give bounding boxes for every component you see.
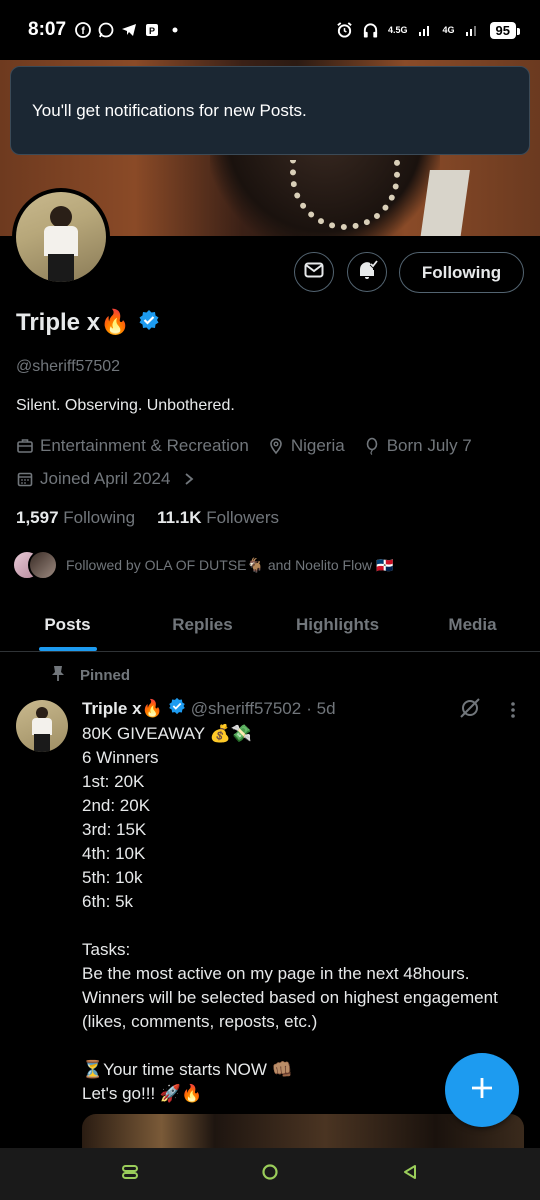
avatar-head [50,206,72,228]
envelope-icon [303,259,325,286]
banner-shirt [420,170,470,236]
profile-bio: Silent. Observing. Unbothered. [16,397,235,414]
post-author-name[interactable]: Triple x🔥 [82,699,163,719]
follow-counts: 1,597 Following 11.1K Followers [16,508,279,528]
avatar-image [16,192,106,282]
mini-avatar [28,550,58,580]
profile-tabs: Posts Replies Highlights Media [0,598,540,652]
profile-avatar[interactable] [12,188,110,286]
dot-icon [166,22,183,39]
followed-by-text: Followed by OLA OF DUTSE🐐 and Noelito Fl… [66,556,394,573]
notification-icons: f P [74,22,183,39]
post-text: 80K GIVEAWAY 💰💸 6 Winners 1st: 20K 2nd: … [82,724,498,1103]
system-nav-bar [0,1148,540,1200]
svg-text:P: P [149,26,155,36]
tab-replies[interactable]: Replies [135,598,270,651]
battery-indicator: 95 [489,21,521,39]
birthday-item: Born July 7 [363,436,472,456]
message-button[interactable] [294,252,334,292]
grok-icon[interactable] [458,696,482,725]
post-header: Triple x🔥 @sheriff57502 · 5d [82,697,336,720]
briefcase-icon [16,437,34,455]
profile-meta-row-1: Entertainment & Recreation Nigeria Born … [16,436,484,456]
whatsapp-icon [97,22,114,39]
tab-posts[interactable]: Posts [0,598,135,651]
network-indicator-2: 4G [442,24,455,35]
followers-count: 11.1K [157,508,202,527]
profile-meta-row-2[interactable]: Joined April 2024 [16,469,212,489]
balloon-icon [363,437,381,455]
tab-media[interactable]: Media [405,598,540,651]
pinned-indicator: Pinned [50,664,130,686]
app-notification-icon: P [143,22,160,39]
verified-badge-icon [168,697,186,720]
joined-item: Joined April 2024 [16,469,200,489]
recents-icon[interactable] [121,1163,139,1186]
avatar-body [32,718,52,735]
following-label: Following [63,508,136,527]
following-button[interactable]: Following [399,252,524,293]
telegram-icon [120,22,137,39]
profile-category: Entertainment & Recreation [40,436,249,455]
location-item: Nigeria [267,436,345,456]
post-time: · 5d [306,698,336,718]
followers-count-link[interactable]: 11.1K Followers [157,508,279,528]
avatar-body [44,226,78,256]
verified-badge-icon[interactable] [138,309,160,336]
category-item: Entertainment & Recreation [16,436,249,456]
bell-check-icon [356,259,379,286]
profile-handle: @sheriff57502 [16,358,121,375]
chevron-right-icon[interactable] [182,470,200,488]
signal-icon [417,22,434,39]
signal-icon [464,22,481,39]
following-count: 1,597 [16,508,59,527]
back-icon[interactable] [401,1163,419,1186]
pin-icon [50,664,66,686]
calendar-icon [16,470,34,488]
home-icon[interactable] [261,1163,279,1186]
profile-location: Nigeria [290,436,345,455]
profile-born: Born July 7 [386,436,472,455]
profile-joined: Joined April 2024 [40,469,171,488]
plus-icon [469,1075,495,1106]
system-status-icons: 4.5G 4G 95 [336,21,521,39]
compose-button[interactable] [445,1053,519,1127]
headphones-icon [362,22,379,39]
status-bar: 8:07 f P 4.5G 4G 95 [0,0,540,60]
avatar-legs [48,254,74,282]
notification-toast: You'll get notifications for new Posts. [10,66,530,155]
facebook-icon: f [74,22,91,39]
notifications-button[interactable] [347,252,387,292]
post-author-handle[interactable]: @sheriff57502 [191,699,302,719]
avatar-legs [34,734,50,752]
followed-by-avatars [12,550,58,580]
followers-label: Followers [206,508,280,527]
network-indicator-1: 4.5G [388,24,408,35]
post-author-avatar[interactable] [16,700,68,752]
status-time: 8:07 [28,19,67,40]
pinned-label: Pinned [80,666,131,684]
alarm-icon [336,22,353,39]
svg-text:f: f [81,26,85,37]
location-pin-icon [267,437,285,455]
following-count-link[interactable]: 1,597 Following [16,508,135,528]
followed-by[interactable]: Followed by OLA OF DUTSE🐐 and Noelito Fl… [12,550,393,580]
name-row: Triple x🔥 [16,308,160,337]
tab-highlights[interactable]: Highlights [270,598,405,651]
display-name: Triple x🔥 [16,309,130,336]
